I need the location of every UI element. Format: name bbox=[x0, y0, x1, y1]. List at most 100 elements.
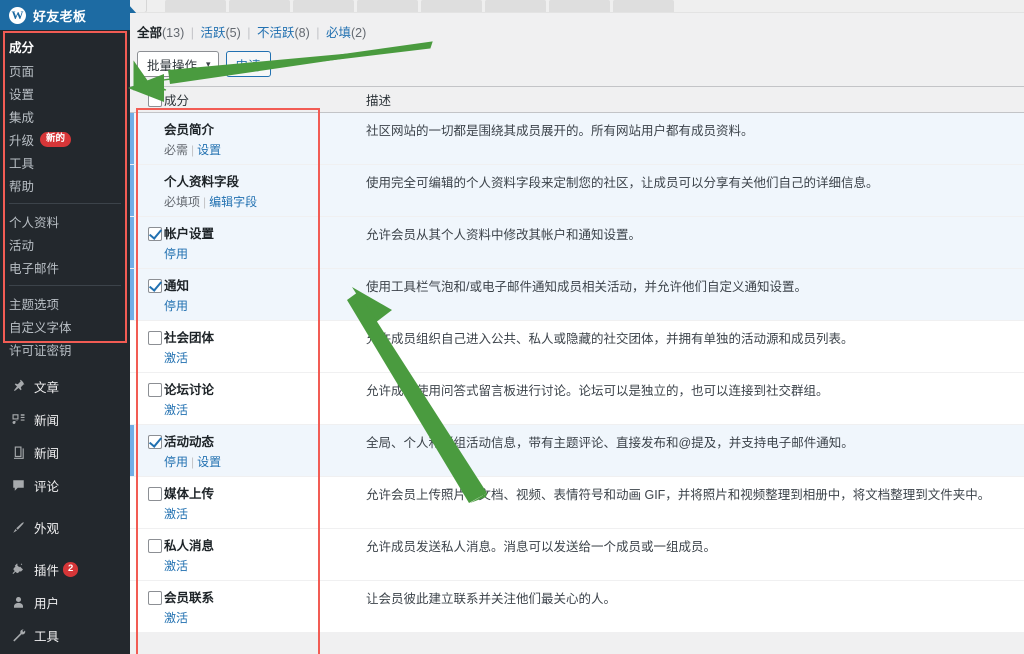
sidebar-item-users[interactable]: 用户 bbox=[0, 586, 130, 619]
row-checkbox-cell[interactable] bbox=[130, 113, 164, 165]
row-action-link[interactable]: 激活 bbox=[164, 351, 188, 365]
apply-button[interactable]: 申请 bbox=[225, 51, 271, 77]
sidebar-item-email[interactable]: 电子邮件 bbox=[0, 256, 130, 279]
row-action-link[interactable]: 激活 bbox=[164, 403, 188, 417]
row-action-label: 必需 bbox=[164, 142, 189, 157]
table-row[interactable]: 通知 停用 使用工具栏气泡和/或电子邮件通知成员相关活动，并允许他们自定义通知设置。 bbox=[130, 268, 1024, 321]
row-action-link[interactable]: 激活 bbox=[164, 507, 188, 521]
sidebar-item-upgrade[interactable]: 升级 新的 bbox=[0, 128, 130, 151]
row-action-link[interactable]: 停用 bbox=[164, 247, 188, 261]
component-description: 允许成员组织自己进入公共、私人或隐藏的社交团体，并拥有单独的活动源和成员列表。 bbox=[366, 332, 854, 346]
table-row[interactable]: 活动动态 停用 | 设置 全局、个人和群组活动信息，带有主题评论、直接发布和@提及，并支… bbox=[130, 424, 1024, 477]
row-checkbox-checked[interactable] bbox=[148, 226, 162, 241]
bulk-actions-select[interactable]: 批量操作 ▾ bbox=[137, 51, 219, 77]
sidebar-item-chengfen[interactable]: 成分 bbox=[0, 30, 130, 59]
sidebar-item-label: 升级 bbox=[9, 134, 35, 148]
status-filter-links: 全部(13) | 活跃(5) | 不活跃(8) | 必填(2) bbox=[130, 13, 1024, 41]
sidebar-item-label: 设置 bbox=[9, 88, 35, 102]
table-row[interactable]: 会员简介 必需 | 设置 社区网站的一切都是围绕其成员展开的。所有网站用户都有成员资料。 bbox=[130, 112, 1024, 165]
filter-active-label[interactable]: 活跃 bbox=[200, 26, 225, 40]
site-name-header[interactable]: W 好友老板 bbox=[0, 0, 138, 30]
component-name-cell: 会员简介 必需 | 设置 bbox=[164, 113, 354, 165]
row-checkbox-checked[interactable] bbox=[148, 434, 162, 449]
component-description: 使用完全可编辑的个人资料字段来定制您的社区，让成员可以分享有关他们自己的详细信息… bbox=[366, 176, 879, 190]
component-description: 允许成员发送私人消息。消息可以发送给一个成员或一组成员。 bbox=[366, 540, 717, 554]
column-header-description[interactable]: 描述 bbox=[354, 86, 1024, 113]
sidebar-item-activity[interactable]: 活动 bbox=[0, 233, 130, 256]
row-checkbox-cell[interactable] bbox=[130, 373, 164, 425]
filter-active[interactable]: 活跃(5) bbox=[200, 26, 244, 40]
table-row[interactable]: 媒体上传 激活 允许会员上传照片、文档、视频、表情符号和动画 GIF，并将照片和视频… bbox=[130, 477, 1024, 529]
row-checkbox[interactable] bbox=[148, 330, 162, 345]
sidebar-item-label: 页面 bbox=[9, 65, 35, 79]
row-checkbox-cell[interactable] bbox=[130, 217, 164, 269]
row-action-divider: | bbox=[191, 142, 195, 157]
filter-required[interactable]: 必填(2) bbox=[326, 26, 366, 40]
table-row[interactable]: 帐户设置 停用 允许会员从其个人资料中修改其帐户和通知设置。 bbox=[130, 216, 1024, 269]
component-title: 论坛讨论 bbox=[164, 383, 215, 397]
component-title: 私人消息 bbox=[164, 539, 215, 553]
row-checkbox[interactable] bbox=[148, 590, 162, 605]
sidebar-item-profile[interactable]: 个人资料 bbox=[0, 210, 130, 233]
table-row[interactable]: 个人资料字段 必填项 | 编辑字段 使用完全可编辑的个人资料字段来定制您的社区，让成员可… bbox=[130, 164, 1024, 217]
row-action-link[interactable]: 编辑字段 bbox=[209, 195, 257, 209]
sidebar-item-label: 评论 bbox=[34, 480, 60, 494]
filter-inactive-label[interactable]: 不活跃 bbox=[257, 26, 295, 40]
admin-sidebar: W 好友老板 成分 页面 设置 集成 升级 新的 工具 帮助 个人资料 活动 电… bbox=[0, 0, 138, 654]
row-checkbox-cell[interactable] bbox=[130, 477, 164, 529]
row-checkbox[interactable] bbox=[148, 382, 162, 397]
sidebar-item-posts[interactable]: 文章 bbox=[0, 370, 130, 403]
row-action-link[interactable]: 设置 bbox=[197, 143, 221, 157]
column-header-name[interactable]: 成分 bbox=[164, 86, 354, 113]
sidebar-item-license-key[interactable]: 许可证密钥 bbox=[0, 338, 130, 361]
row-checkbox-cell[interactable] bbox=[130, 581, 164, 633]
row-action-divider: | bbox=[203, 194, 207, 209]
row-actions: 激活 bbox=[164, 610, 354, 627]
sidebar-item-theme-options[interactable]: 主题选项 bbox=[0, 292, 130, 315]
plugin-submenu-primary: 成分 页面 设置 集成 升级 新的 工具 帮助 bbox=[0, 30, 130, 197]
sidebar-item-appearance[interactable]: 外观 bbox=[0, 511, 130, 544]
sidebar-item-custom-fonts[interactable]: 自定义字体 bbox=[0, 315, 130, 338]
row-action-link[interactable]: 停用 bbox=[164, 299, 188, 313]
row-action-link[interactable]: 激活 bbox=[164, 559, 188, 573]
sidebar-item-plugins[interactable]: 插件 2 bbox=[0, 553, 130, 586]
select-all-checkbox[interactable] bbox=[148, 92, 162, 107]
table-body: 会员简介 必需 | 设置 社区网站的一切都是围绕其成员展开的。所有网站用户都有成员资料。… bbox=[130, 112, 1024, 633]
row-checkbox[interactable] bbox=[148, 538, 162, 553]
sidebar-item-help[interactable]: 帮助 bbox=[0, 174, 130, 197]
filter-all-label[interactable]: 全部 bbox=[137, 26, 162, 40]
sidebar-item-tools[interactable]: 工具 bbox=[0, 151, 130, 174]
sidebar-item-pages-core[interactable]: 新闻 bbox=[0, 436, 130, 469]
table-row[interactable]: 会员联系 激活 让会员彼此建立联系并关注他们最关心的人。 bbox=[130, 581, 1024, 633]
sidebar-item-settings[interactable]: 设置 bbox=[0, 82, 130, 105]
select-all-header[interactable] bbox=[130, 86, 164, 113]
filter-inactive[interactable]: 不活跃(8) bbox=[257, 26, 313, 40]
row-checkbox-checked[interactable] bbox=[148, 278, 162, 293]
sidebar-item-label: 电子邮件 bbox=[9, 262, 60, 276]
table-row[interactable]: 论坛讨论 激活 允许成员使用问答式留言板进行讨论。论坛可以是独立的，也可以连接到社交… bbox=[130, 373, 1024, 425]
row-action-link[interactable]: 停用 bbox=[164, 455, 188, 469]
row-action-link[interactable]: 设置 bbox=[197, 455, 221, 469]
sidebar-item-comments[interactable]: 评论 bbox=[0, 469, 130, 502]
table-row[interactable]: 私人消息激活 允许成员发送私人消息。消息可以发送给一个成员或一组成员。 bbox=[130, 529, 1024, 581]
filter-all[interactable]: 全部(13) bbox=[137, 26, 188, 40]
row-actions: 停用 bbox=[164, 298, 354, 315]
sidebar-item-label: 工具 bbox=[34, 630, 60, 644]
sidebar-item-tools-core[interactable]: 工具 bbox=[0, 619, 130, 652]
sidebar-item-pages[interactable]: 页面 bbox=[0, 59, 130, 82]
row-checkbox[interactable] bbox=[148, 486, 162, 501]
row-checkbox-cell[interactable] bbox=[130, 165, 164, 217]
row-action-link[interactable]: 激活 bbox=[164, 611, 188, 625]
row-checkbox-cell[interactable] bbox=[130, 529, 164, 581]
component-title: 帐户设置 bbox=[164, 227, 215, 241]
table-row[interactable]: 社会团体 激活 允许成员组织自己进入公共、私人或隐藏的社交团体，并拥有单独的活动源和… bbox=[130, 321, 1024, 373]
sidebar-item-integrations[interactable]: 集成 bbox=[0, 105, 130, 128]
sidebar-item-label: 用户 bbox=[34, 597, 60, 611]
row-checkbox-cell[interactable] bbox=[130, 321, 164, 373]
sidebar-item-media[interactable]: 新闻 bbox=[0, 403, 130, 436]
row-checkbox-cell[interactable] bbox=[130, 425, 164, 477]
component-name-cell: 帐户设置 停用 bbox=[164, 217, 354, 269]
row-actions: 激活 bbox=[164, 558, 354, 575]
filter-required-label[interactable]: 必填 bbox=[326, 26, 351, 40]
row-checkbox-cell[interactable] bbox=[130, 269, 164, 321]
